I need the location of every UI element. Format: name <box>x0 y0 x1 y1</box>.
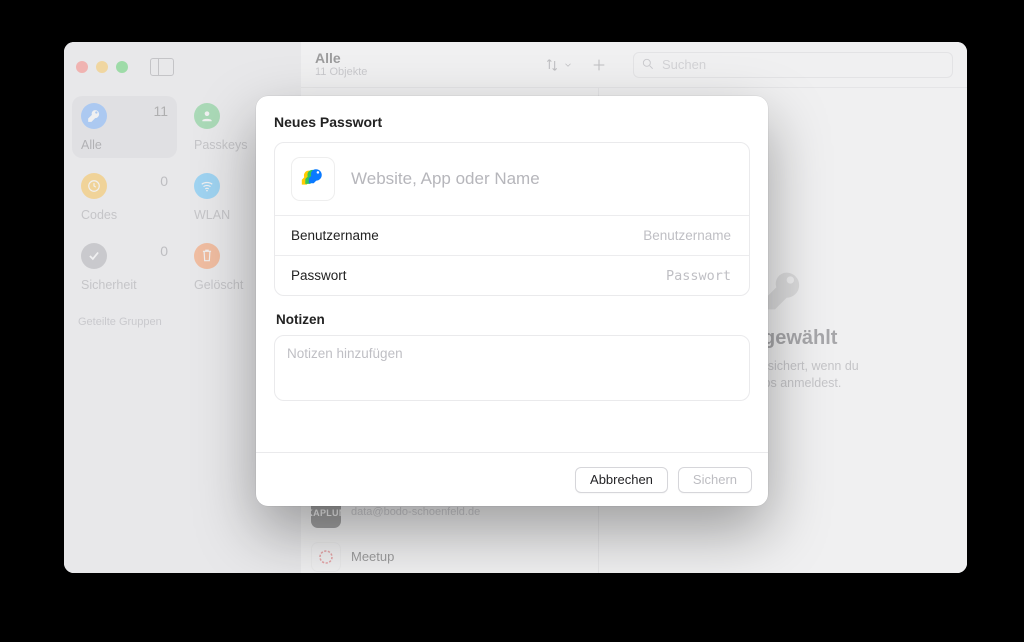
username-label: Benutzername <box>291 228 379 243</box>
password-input[interactable] <box>490 267 733 284</box>
cancel-button[interactable]: Abbrechen <box>575 467 668 493</box>
password-label: Passwort <box>291 268 347 283</box>
title-input[interactable] <box>349 168 733 190</box>
new-password-sheet: Neues Passwort Benutzername <box>256 96 768 506</box>
password-app-icon <box>291 157 335 201</box>
save-button[interactable]: Sichern <box>678 467 752 493</box>
notes-section-label: Notizen <box>276 312 748 327</box>
identity-card: Benutzername Passwort <box>274 142 750 296</box>
sheet-title: Neues Passwort <box>274 114 750 130</box>
sheet-footer: Abbrechen Sichern <box>256 452 768 506</box>
username-input[interactable] <box>490 227 733 244</box>
notes-input[interactable] <box>274 335 750 401</box>
